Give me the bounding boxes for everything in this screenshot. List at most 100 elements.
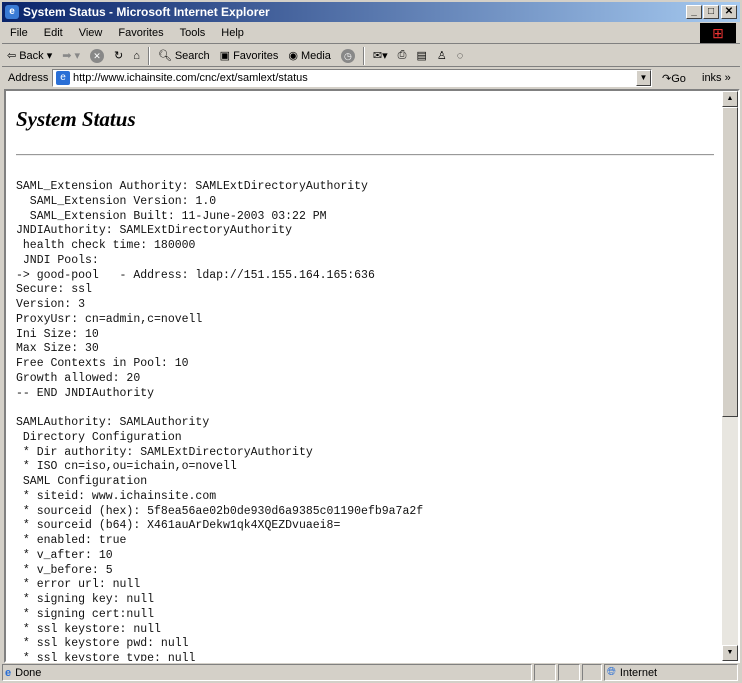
maximize-button[interactable]: □	[703, 5, 719, 19]
title-bar: e System Status - Microsoft Internet Exp…	[2, 2, 740, 22]
status-line: * signing cert:null	[16, 607, 155, 621]
refresh-button[interactable]: ↻	[109, 49, 128, 62]
status-text: Done	[15, 666, 42, 679]
scroll-thumb[interactable]	[722, 107, 738, 417]
status-pane	[534, 664, 556, 681]
status-line: SAML_Extension Version: 1.0	[16, 194, 217, 208]
back-button[interactable]: ⇦ Back ▾	[2, 49, 57, 63]
messenger-icon: ♙	[436, 50, 447, 62]
back-arrow-icon: ⇦	[7, 50, 17, 62]
address-input[interactable]: e http://www.ichainsite.com/cnc/ext/saml…	[52, 69, 652, 87]
globe-icon: 🌐︎	[607, 666, 616, 678]
menu-view[interactable]: View	[71, 27, 111, 39]
messenger-button[interactable]: ♙	[432, 49, 452, 62]
zone-text: Internet	[619, 666, 658, 679]
menu-help[interactable]: Help	[213, 27, 252, 39]
home-icon: ⌂	[133, 49, 140, 62]
status-line: * sourceid (hex): 5f8ea56ae02b0de930d6a9…	[16, 504, 424, 518]
toolbar: ⇦ Back ▾ ➡ ▾ ✕ ↻ ⌂ 🔍︎ Search ▣ Favorites ◉ M…	[2, 45, 740, 67]
menu-file[interactable]: File	[2, 27, 36, 39]
history-button[interactable]: ◷	[336, 48, 360, 63]
status-line: * signing key: null	[16, 593, 155, 606]
edit-button[interactable]: ▤	[411, 49, 431, 62]
toolbar-separator	[147, 46, 150, 65]
address-url: http://www.ichainsite.com/cnc/ext/samlex…	[73, 72, 308, 84]
close-button[interactable]: ✕	[721, 5, 737, 19]
status-line: SAML_Extension Authority: SAMLExtDirecto…	[16, 180, 368, 193]
discuss-button[interactable]: ◌	[452, 50, 469, 62]
favorites-button[interactable]: ▣ Favorites	[215, 49, 284, 63]
scroll-up-button[interactable]: ▲	[722, 91, 738, 107]
page-icon: e	[56, 71, 70, 85]
status-line: * v_after: 10	[16, 548, 113, 562]
ie-page-icon: e	[5, 666, 12, 679]
status-line: Directory Configuration	[16, 430, 182, 444]
status-line: Version: 3	[16, 298, 86, 311]
status-line: SAMLAuthority: SAMLAuthority	[16, 416, 210, 429]
status-line: * ssl keystore type: null	[16, 652, 196, 663]
status-line: * ssl keystore pwd: null	[16, 637, 189, 651]
horizontal-rule	[16, 154, 714, 156]
status-pane	[558, 664, 580, 681]
search-button[interactable]: 🔍︎ Search	[153, 49, 215, 63]
status-line: * ssl keystore: null	[16, 622, 161, 636]
refresh-icon: ↻	[113, 50, 124, 62]
status-output: SAML_Extension Authority: SAMLExtDirecto…	[16, 180, 424, 663]
status-bar: e Done 🌐︎ Internet	[2, 663, 740, 682]
mail-icon: ✉▾	[372, 50, 388, 62]
windows-logo-icon: ⊞	[700, 23, 736, 43]
page-title: System Status	[16, 107, 136, 131]
menu-favorites[interactable]: Favorites	[110, 27, 171, 39]
status-text-pane: e Done	[2, 664, 532, 681]
go-arrow-icon: ↷	[662, 72, 672, 85]
print-icon: ⎙	[397, 49, 407, 61]
menu-edit[interactable]: Edit	[36, 27, 71, 39]
home-button[interactable]: ⌂	[128, 50, 145, 62]
status-pane	[582, 664, 602, 681]
status-line: * Dir authority: SAMLExtDirectoryAuthori…	[16, 445, 313, 459]
status-line: Free Contexts in Pool: 10	[16, 357, 189, 370]
edit-icon: ▤	[416, 50, 427, 62]
status-line: SAML_Extension Built: 11-June-2003 03:22…	[16, 209, 327, 223]
links-button[interactable]: inks »	[702, 72, 731, 84]
stop-icon: ✕	[89, 48, 104, 63]
status-line: ProxyUsr: cn=admin,c=novell	[16, 312, 203, 326]
forward-arrow-icon: ➡	[62, 50, 72, 62]
status-line: SAML Configuration	[16, 475, 148, 488]
go-button[interactable]: ↷Go	[662, 72, 686, 85]
status-line: * sourceid (b64): X461auArDekw1qk4XQEZDv…	[16, 519, 341, 533]
status-line: -- END JNDIAuthority	[16, 386, 155, 400]
stop-button[interactable]: ✕	[85, 48, 109, 63]
search-icon: 🔍︎	[157, 50, 172, 62]
address-label: Address	[8, 72, 49, 84]
status-line: Max Size: 30	[16, 342, 99, 356]
status-line: * error url: null	[16, 578, 141, 592]
ie-icon: e	[5, 5, 19, 19]
status-line: -> good-pool - Address: ldap://151.155.1…	[16, 268, 375, 282]
status-line: JNDI Pools:	[16, 253, 99, 267]
address-bar: Address e http://www.ichainsite.com/cnc/…	[2, 68, 740, 88]
window-title: System Status - Microsoft Internet Explo…	[23, 5, 270, 19]
favorites-icon: ▣	[219, 50, 231, 62]
mail-button[interactable]: ✉▾	[368, 49, 393, 62]
status-line: JNDIAuthority: SAMLExtDirectoryAuthority	[16, 224, 293, 238]
status-line: * ISO cn=iso,ou=ichain,o=novell	[16, 460, 237, 474]
menu-tools[interactable]: Tools	[172, 27, 214, 39]
discuss-icon: ◌	[456, 49, 464, 62]
status-line: Growth allowed: 20	[16, 371, 141, 385]
status-line	[16, 401, 423, 416]
address-dropdown-button[interactable]: ▼	[636, 70, 651, 86]
status-line: Ini Size: 10	[16, 327, 99, 341]
zone-pane: 🌐︎ Internet	[604, 664, 738, 681]
minimize-button[interactable]: _	[686, 5, 702, 19]
media-button[interactable]: ◉ Media	[283, 49, 336, 63]
scroll-down-button[interactable]: ▼	[722, 645, 738, 661]
print-button[interactable]: ⎙	[393, 49, 412, 62]
forward-button[interactable]: ➡ ▾	[57, 49, 85, 62]
status-line: * v_before: 5	[16, 563, 113, 577]
page-content: System Status SAML_Extension Authority: …	[4, 89, 740, 663]
vertical-scrollbar[interactable]: ▲ ▼	[722, 91, 738, 661]
media-icon: ◉	[288, 50, 298, 62]
toolbar-separator	[362, 46, 365, 65]
status-line: * enabled: true	[16, 534, 127, 547]
